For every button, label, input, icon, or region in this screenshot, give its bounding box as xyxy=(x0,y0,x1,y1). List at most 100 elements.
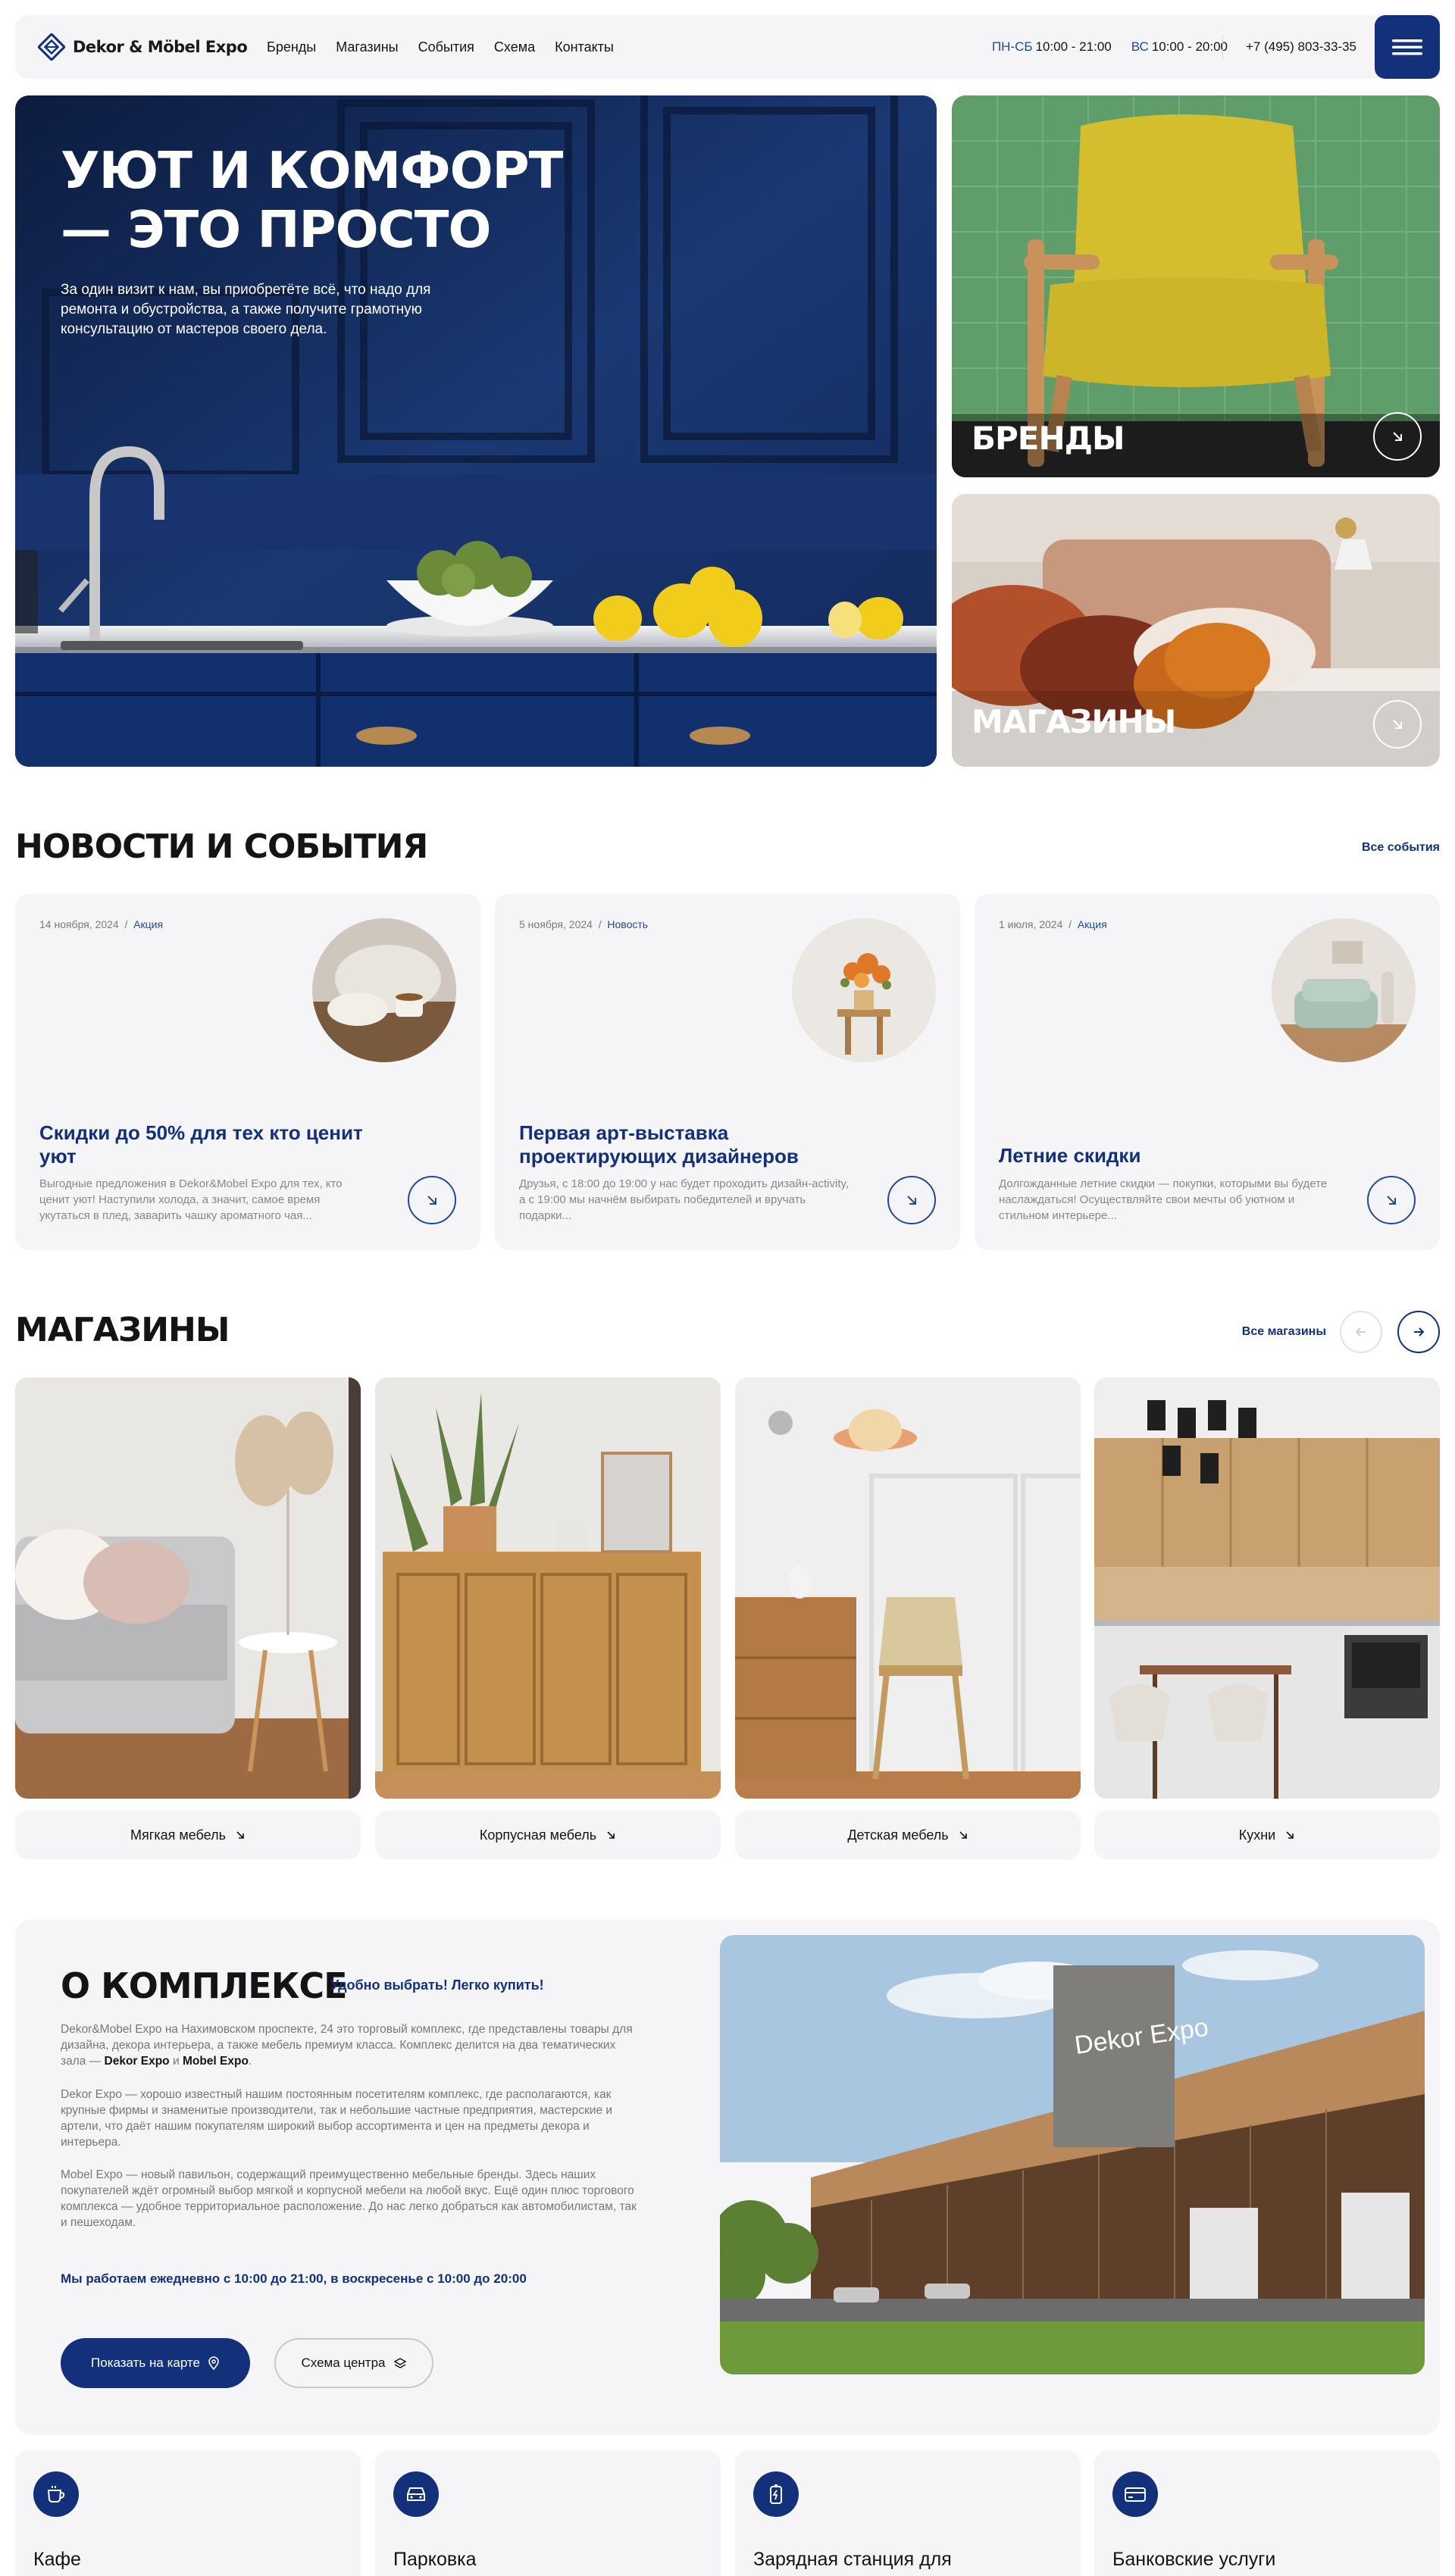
arrow-down-right-icon xyxy=(236,1831,244,1839)
arrow-down-right-icon xyxy=(907,1196,916,1205)
about-slogan: Удобно выбрать! Легко купить! xyxy=(330,1977,544,1993)
about-p1-dekor: Dekor Expo xyxy=(104,2055,170,2068)
store-card[interactable]: Корпусная мебель xyxy=(375,1377,721,1859)
stores-tile[interactable]: МАГАЗИНЫ xyxy=(952,494,1440,767)
store-label[interactable]: Детская мебель xyxy=(735,1811,1081,1859)
hours-weekdays-value: 10:00 - 21:00 xyxy=(1035,39,1112,54)
news-title[interactable]: Скидки до 50% для тех кто ценит уют xyxy=(39,1121,396,1168)
store-label[interactable]: Мягкая мебель xyxy=(15,1811,361,1859)
brands-open-button[interactable] xyxy=(1373,412,1422,461)
brands-label: БРЕНДЫ xyxy=(972,420,1125,457)
stores-tile-open-button[interactable] xyxy=(1373,700,1422,749)
hours-sunday: ВС 10:00 - 20:00 xyxy=(1131,39,1228,55)
service-card[interactable]: Кафе xyxy=(15,2450,361,2576)
phone-link[interactable]: +7 (495) 803-33-35 xyxy=(1246,39,1356,55)
hero-title-line-2: — ЭТО ПРОСТО xyxy=(61,200,491,259)
news-open-button[interactable] xyxy=(1367,1176,1416,1224)
hours-sunday-value: 10:00 - 20:00 xyxy=(1151,39,1228,54)
brands-tile[interactable]: БРЕНДЫ xyxy=(952,95,1440,477)
nav-brands[interactable]: Бренды xyxy=(267,39,316,55)
store-card[interactable]: Детская мебель xyxy=(735,1377,1081,1859)
arrow-down-right-icon xyxy=(427,1196,436,1205)
news-tag[interactable]: Акция xyxy=(133,918,163,930)
news-card[interactable]: 1 июля, 2024 / Акция Летние скидки Долго… xyxy=(975,894,1440,1250)
kids-room-image xyxy=(735,1377,1081,1799)
car-icon xyxy=(393,2471,439,2517)
service-name: Кафе xyxy=(33,2549,81,2570)
about-paragraph-2: Dekor Expo — хорошо известный нашим пост… xyxy=(61,2088,613,2149)
news-image xyxy=(1272,918,1416,1062)
news-title[interactable]: Летние скидки xyxy=(999,1144,1355,1168)
flowers-stool-image xyxy=(792,918,936,1062)
about-p1-and: и xyxy=(169,2055,183,2068)
news-tag[interactable]: Новость xyxy=(607,918,648,930)
store-image xyxy=(15,1377,361,1799)
store-image xyxy=(375,1377,721,1799)
blanket-tea-image xyxy=(312,918,456,1062)
service-card[interactable]: Парковка xyxy=(375,2450,721,2576)
nav-events[interactable]: События xyxy=(418,39,474,55)
news-tag[interactable]: Акция xyxy=(1078,918,1107,930)
store-card[interactable]: Мягкая мебель xyxy=(15,1377,361,1859)
news-card[interactable]: 5 ноября, 2024 / Новость Первая арт-выст… xyxy=(495,894,960,1250)
all-events-link[interactable]: Все события xyxy=(1362,841,1440,855)
show-on-map-label: Показать на карте xyxy=(91,2356,200,2370)
nav-scheme[interactable]: Схема xyxy=(494,39,535,55)
news-card[interactable]: 14 ноября, 2024 / Акция Скидки до 50% дл… xyxy=(15,894,480,1250)
service-name: Зарядная станция для xyxy=(753,2549,952,2570)
hero-title: УЮТ И КОМФОРТ — ЭТО ПРОСТО xyxy=(61,141,563,259)
about-paragraph-3: Mobel Expo — новый павильон, содержащий … xyxy=(61,2168,637,2229)
all-stores-link[interactable]: Все магазины xyxy=(1242,1325,1326,1339)
charging-station-icon xyxy=(753,2471,799,2517)
store-label[interactable]: Кухни xyxy=(1094,1811,1440,1859)
about-p1-end: . xyxy=(248,2055,252,2068)
arrow-down-right-icon xyxy=(1286,1831,1294,1839)
logo-mark-icon xyxy=(38,33,65,61)
news-meta: 5 ноября, 2024 / Новость xyxy=(519,918,649,930)
service-name: Парковка xyxy=(393,2549,477,2570)
nav-stores[interactable]: Магазины xyxy=(336,39,398,55)
menu-button[interactable] xyxy=(1375,15,1440,79)
service-card[interactable]: Зарядная станция для xyxy=(735,2450,1081,2576)
about-working-hours: Мы работаем ежедневно с 10:00 до 21:00, … xyxy=(61,2271,527,2286)
news-date: 1 июля, 2024 xyxy=(999,918,1063,930)
layers-icon xyxy=(393,2358,407,2368)
hero-title-line-1: УЮТ И КОМФОРТ xyxy=(61,141,563,200)
living-room-image xyxy=(1272,918,1416,1062)
show-on-map-button[interactable]: Показать на карте xyxy=(61,2338,250,2388)
logo[interactable]: Dekor & Möbel Expo xyxy=(38,33,248,61)
service-name: Банковские услуги xyxy=(1112,2549,1276,2570)
news-section-title: НОВОСТИ И СОБЫТИЯ xyxy=(15,827,428,866)
arrow-down-right-icon xyxy=(1393,720,1402,729)
store-card[interactable]: Кухни xyxy=(1094,1377,1440,1859)
service-card[interactable]: Банковские услуги xyxy=(1094,2450,1440,2576)
about-section: О КОМПЛЕКСЕ Удобно выбрать! Легко купить… xyxy=(15,1920,1440,2435)
store-label[interactable]: Корпусная мебель xyxy=(375,1811,721,1859)
arrow-down-right-icon xyxy=(607,1831,615,1839)
stores-tile-label: МАГАЗИНЫ xyxy=(972,703,1176,740)
arrow-down-right-icon xyxy=(1393,432,1402,441)
carousel-next-button[interactable] xyxy=(1397,1311,1440,1353)
news-open-button[interactable] xyxy=(887,1176,936,1224)
kitchen-image xyxy=(1094,1377,1440,1799)
coffee-icon xyxy=(33,2471,79,2517)
carousel-prev-button[interactable] xyxy=(1340,1311,1382,1353)
arrow-down-right-icon xyxy=(959,1831,967,1839)
arrow-down-right-icon xyxy=(1387,1196,1396,1205)
news-open-button[interactable] xyxy=(408,1176,456,1224)
news-text: Друзья, с 18:00 до 19:00 у нас будет про… xyxy=(519,1177,850,1222)
news-date: 14 ноября, 2024 xyxy=(39,918,119,930)
arrow-right-icon xyxy=(1414,1327,1425,1336)
about-paragraph-1: Dekor&Mobel Expo на Нахимовском проспект… xyxy=(61,2021,637,2069)
arrow-left-icon xyxy=(1355,1327,1366,1336)
news-date: 5 ноября, 2024 xyxy=(519,918,593,930)
store-image xyxy=(735,1377,1081,1799)
hours-sunday-label: ВС xyxy=(1131,39,1149,54)
map-pin-icon xyxy=(208,2356,219,2370)
opening-hours: ПН-СБ 10:00 - 21:00 ВС 10:00 - 20:00 xyxy=(992,39,1228,55)
store-name: Детская мебель xyxy=(847,1827,949,1843)
news-image xyxy=(312,918,456,1062)
nav-contacts[interactable]: Контакты xyxy=(555,39,614,55)
news-title[interactable]: Первая арт-выставка проектирующих дизайн… xyxy=(519,1121,875,1168)
center-scheme-button[interactable]: Схема центра xyxy=(274,2338,433,2388)
